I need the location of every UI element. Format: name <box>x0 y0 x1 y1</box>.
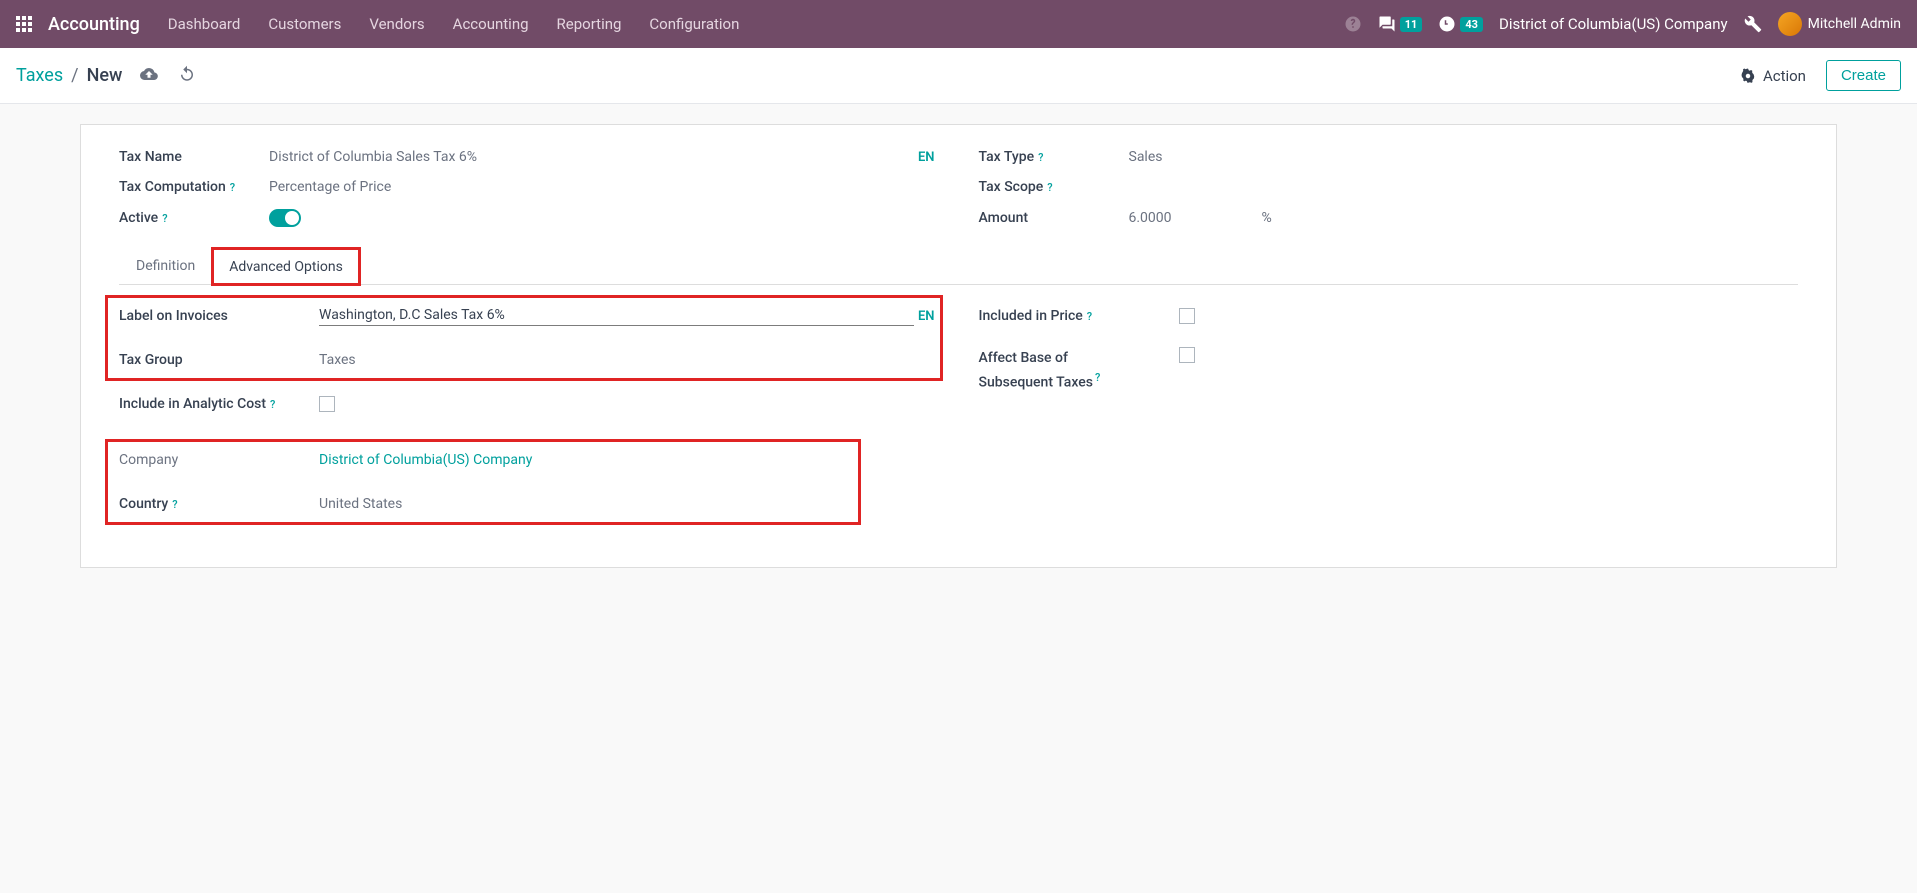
nav-accounting[interactable]: Accounting <box>453 15 529 33</box>
help-icon[interactable]: ? <box>1038 151 1043 164</box>
user-menu[interactable]: Mitchell Admin <box>1778 12 1901 36</box>
app-title[interactable]: Accounting <box>48 14 140 35</box>
help-icon[interactable]: ? <box>162 212 167 225</box>
nav-vendors[interactable]: Vendors <box>369 15 424 33</box>
avatar-icon <box>1778 12 1802 36</box>
company-label: Company <box>119 452 319 468</box>
country-field[interactable]: United States <box>319 496 939 512</box>
activities-button[interactable]: 43 <box>1438 15 1483 33</box>
tab-definition[interactable]: Definition <box>119 247 212 284</box>
save-status-icon[interactable] <box>140 65 158 87</box>
label-on-invoices-label: Label on Invoices <box>119 308 319 324</box>
help-icon[interactable]: ? <box>172 498 177 511</box>
breadcrumb-current: New <box>87 65 123 86</box>
create-button[interactable]: Create <box>1826 60 1901 91</box>
nav-right: 11 43 District of Columbia(US) Company M… <box>1344 12 1901 36</box>
action-dropdown[interactable]: Action <box>1739 67 1806 85</box>
tabs: Definition Advanced Options <box>119 247 1798 285</box>
tax-type-label: Tax Type? <box>979 149 1129 165</box>
included-in-price-label: Included in Price? <box>979 308 1179 324</box>
nav-configuration[interactable]: Configuration <box>649 15 739 33</box>
active-label: Active? <box>119 210 269 226</box>
help-icon[interactable]: ? <box>1095 371 1100 384</box>
company-selector[interactable]: District of Columbia(US) Company <box>1499 15 1728 33</box>
tax-type-field[interactable]: Sales <box>1129 149 1799 165</box>
debug-icon[interactable] <box>1744 15 1762 33</box>
form-card: Tax Name District of Columbia Sales Tax … <box>80 124 1837 568</box>
help-icon[interactable]: ? <box>1047 181 1052 194</box>
tax-computation-field[interactable]: Percentage of Price <box>269 179 939 195</box>
tax-name-label: Tax Name <box>119 149 269 165</box>
tab-content-advanced: Label on Invoices Washington, D.C Sales … <box>119 285 1798 517</box>
amount-unit: % <box>1262 210 1272 226</box>
help-icon[interactable] <box>1344 15 1362 33</box>
affect-base-label: Affect Base of Subsequent Taxes? <box>979 347 1179 394</box>
active-toggle[interactable] <box>269 209 301 227</box>
breadcrumb-bar: Taxes / New Action Create <box>0 48 1917 104</box>
lang-badge[interactable]: EN <box>914 309 939 324</box>
tax-name-field[interactable]: District of Columbia Sales Tax 6% EN <box>269 149 939 165</box>
tab-advanced-options[interactable]: Advanced Options <box>212 248 360 285</box>
content: Tax Name District of Columbia Sales Tax … <box>0 104 1917 588</box>
tax-group-field[interactable]: Taxes <box>319 352 939 368</box>
label-on-invoices-field[interactable]: Washington, D.C Sales Tax 6% EN <box>319 307 939 326</box>
messaging-badge: 11 <box>1400 17 1423 32</box>
nav-dashboard[interactable]: Dashboard <box>168 15 241 33</box>
amount-field[interactable]: 6.0000 % <box>1129 210 1799 226</box>
breadcrumb: Taxes / New <box>16 65 196 87</box>
user-name: Mitchell Admin <box>1808 16 1901 32</box>
amount-label: Amount <box>979 210 1129 226</box>
breadcrumb-separator: / <box>71 65 78 86</box>
help-icon[interactable]: ? <box>230 181 235 194</box>
messaging-button[interactable]: 11 <box>1378 15 1423 33</box>
company-field[interactable]: District of Columbia(US) Company <box>319 452 939 468</box>
nav-menu: Dashboard Customers Vendors Accounting R… <box>168 15 1344 33</box>
include-analytic-label: Include in Analytic Cost? <box>119 396 319 412</box>
included-in-price-checkbox[interactable] <box>1179 308 1195 324</box>
nav-reporting[interactable]: Reporting <box>557 15 622 33</box>
include-analytic-checkbox[interactable] <box>319 396 335 412</box>
affect-base-checkbox[interactable] <box>1179 347 1195 363</box>
discard-icon[interactable] <box>178 65 196 87</box>
help-icon[interactable]: ? <box>270 398 275 411</box>
tax-group-label: Tax Group <box>119 352 319 368</box>
activities-badge: 43 <box>1460 17 1483 32</box>
tax-scope-label: Tax Scope? <box>979 179 1129 195</box>
country-label: Country? <box>119 496 319 512</box>
nav-customers[interactable]: Customers <box>268 15 341 33</box>
top-nav: Accounting Dashboard Customers Vendors A… <box>0 0 1917 48</box>
right-actions: Action Create <box>1739 60 1901 91</box>
breadcrumb-taxes[interactable]: Taxes <box>16 65 63 86</box>
help-icon[interactable]: ? <box>1087 310 1092 323</box>
lang-badge[interactable]: EN <box>914 150 939 165</box>
tax-computation-label: Tax Computation? <box>119 179 269 195</box>
apps-grid-icon[interactable] <box>16 16 32 32</box>
